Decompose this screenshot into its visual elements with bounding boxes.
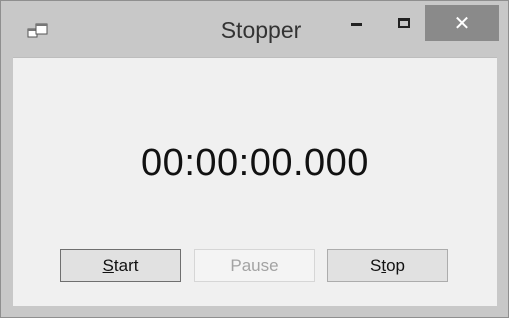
start-mnemonic: S xyxy=(102,255,114,275)
stop-label-before: S xyxy=(370,255,382,275)
close-icon: ✕ xyxy=(453,12,471,35)
maximize-icon xyxy=(398,18,410,28)
minimize-icon xyxy=(350,22,362,26)
start-button[interactable]: Start xyxy=(60,249,181,282)
close-button[interactable]: ✕ xyxy=(425,5,499,41)
start-label-rest: tart xyxy=(113,255,139,275)
pause-label: Pause xyxy=(230,255,279,275)
window-title: Stopper xyxy=(220,17,302,43)
maximize-button[interactable] xyxy=(387,5,421,41)
title-bar[interactable]: Stopper ✕ xyxy=(1,1,508,57)
stop-button[interactable]: St op xyxy=(327,249,448,282)
pause-button[interactable]: Pause xyxy=(194,249,315,282)
app-window-icon[interactable] xyxy=(27,23,49,41)
stopper-window: Stopper ✕ 00:00:00.000 Start Pause St op xyxy=(0,0,509,318)
stop-label-after: op xyxy=(386,255,405,275)
minimize-button[interactable] xyxy=(339,5,373,41)
elapsed-time-display: 00:00:00.000 xyxy=(141,142,369,184)
client-area: 00:00:00.000 Start Pause St op xyxy=(13,57,497,306)
